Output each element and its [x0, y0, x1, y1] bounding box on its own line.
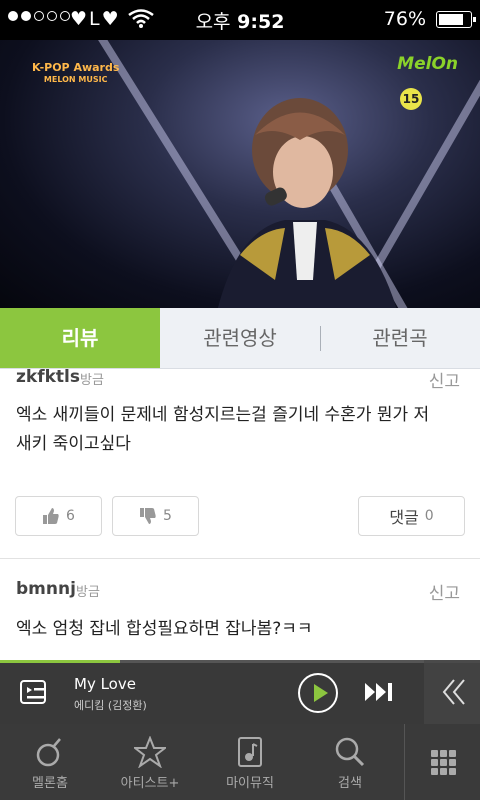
battery-percent: 76%	[383, 8, 426, 30]
star-icon	[134, 736, 166, 768]
comment-username[interactable]: bmnnj	[16, 579, 76, 599]
performer-image	[217, 98, 397, 308]
age-rating-badge: 15	[400, 88, 422, 110]
event-logo-line2: MELON MUSIC	[43, 75, 108, 84]
bottom-nav: 멜론홈 아티스트+ 마이뮤직 검색	[0, 724, 480, 800]
report-button[interactable]: 신고	[429, 369, 460, 392]
tab-related-videos[interactable]: 관련영상	[160, 308, 320, 368]
now-playing-artist[interactable]: 에디킴 (김정환)	[74, 697, 147, 713]
double-chevron-left-icon	[442, 679, 465, 705]
like-count: 6	[66, 508, 75, 524]
melon-home-icon	[36, 738, 61, 767]
comment-text: 엑소 엄청 잡네 합성필요하면 잡나봄?ㅋㅋ	[16, 619, 313, 639]
tab-related-songs[interactable]: 관련곡	[320, 308, 480, 368]
time-value: 9:52	[237, 11, 285, 33]
playlist-icon[interactable]	[20, 678, 52, 706]
reply-button[interactable]: 댓글 0	[358, 496, 465, 536]
thumbs-up-icon	[43, 508, 59, 524]
nav-my-music[interactable]: 마이뮤직	[200, 724, 300, 800]
status-bar: ♥ L ♥ 오후 9:52 76%	[0, 0, 480, 40]
event-logo-line1: K-POP Awards	[32, 61, 120, 74]
nav-label: 아티스트+	[120, 776, 180, 791]
next-track-icon[interactable]	[364, 682, 394, 702]
tab-review[interactable]: 리뷰	[0, 308, 160, 368]
nav-search[interactable]: 검색	[300, 724, 400, 800]
nav-label: 멜론홈	[32, 776, 68, 791]
report-button[interactable]: 신고	[429, 579, 460, 604]
comment-username[interactable]: zkfktls	[16, 369, 80, 387]
comment-text: 엑소 새끼들이 문제네 함성지르는걸 즐기네 수혼가 뭔가 저새키 죽이고싶다	[16, 405, 430, 454]
grid-menu-icon	[431, 750, 456, 775]
nav-label: 검색	[338, 776, 362, 791]
event-logo: K-POP Awards MELON MUSIC	[32, 62, 119, 86]
reply-label: 댓글	[389, 508, 419, 527]
dislike-count: 5	[163, 508, 172, 524]
tab-bar: 리뷰 관련영상 관련곡	[0, 308, 480, 369]
app: ♥ L ♥ 오후 9:52 76% K-POP Awards MELON MUS…	[0, 0, 480, 800]
nav-label: 마이뮤직	[226, 776, 274, 791]
video-player[interactable]: K-POP Awards MELON MUSIC MelOn 15	[0, 40, 480, 308]
music-note-icon	[238, 737, 262, 767]
like-button[interactable]: 6	[15, 496, 102, 536]
comment-time: 방금	[76, 585, 100, 600]
comment-time: 방금	[80, 373, 104, 388]
comment-list: zkfktls 방금 신고 엑소 새끼들이 문제네 함성지르는걸 즐기네 수혼가…	[0, 369, 480, 660]
dislike-button[interactable]: 5	[112, 496, 199, 536]
reply-count: 0	[424, 508, 434, 524]
collapse-player-button[interactable]	[424, 660, 480, 724]
thumbs-down-icon	[140, 508, 156, 524]
menu-grid-button[interactable]	[404, 724, 480, 800]
list-item: zkfktls 방금 신고 엑소 새끼들이 문제네 함성지르는걸 즐기네 수혼가…	[0, 369, 480, 557]
nav-melon-home[interactable]: 멜론홈	[0, 724, 100, 800]
search-icon	[335, 737, 365, 767]
playback-progress[interactable]	[0, 660, 480, 663]
battery-icon	[436, 11, 476, 28]
melon-watermark: MelOn	[397, 54, 458, 74]
list-item: bmnnj 방금 신고 엑소 엄청 잡네 합성필요하면 잡나봄?ㅋㅋ 0 0 댓…	[0, 573, 480, 660]
now-playing-title[interactable]: My Love	[74, 675, 136, 693]
time-prefix: 오후	[195, 11, 231, 33]
mini-player[interactable]: My Love 에디킴 (김정환)	[0, 660, 480, 724]
play-button[interactable]	[298, 673, 338, 713]
divider	[0, 558, 480, 559]
nav-artist-plus[interactable]: 아티스트+	[100, 724, 200, 800]
